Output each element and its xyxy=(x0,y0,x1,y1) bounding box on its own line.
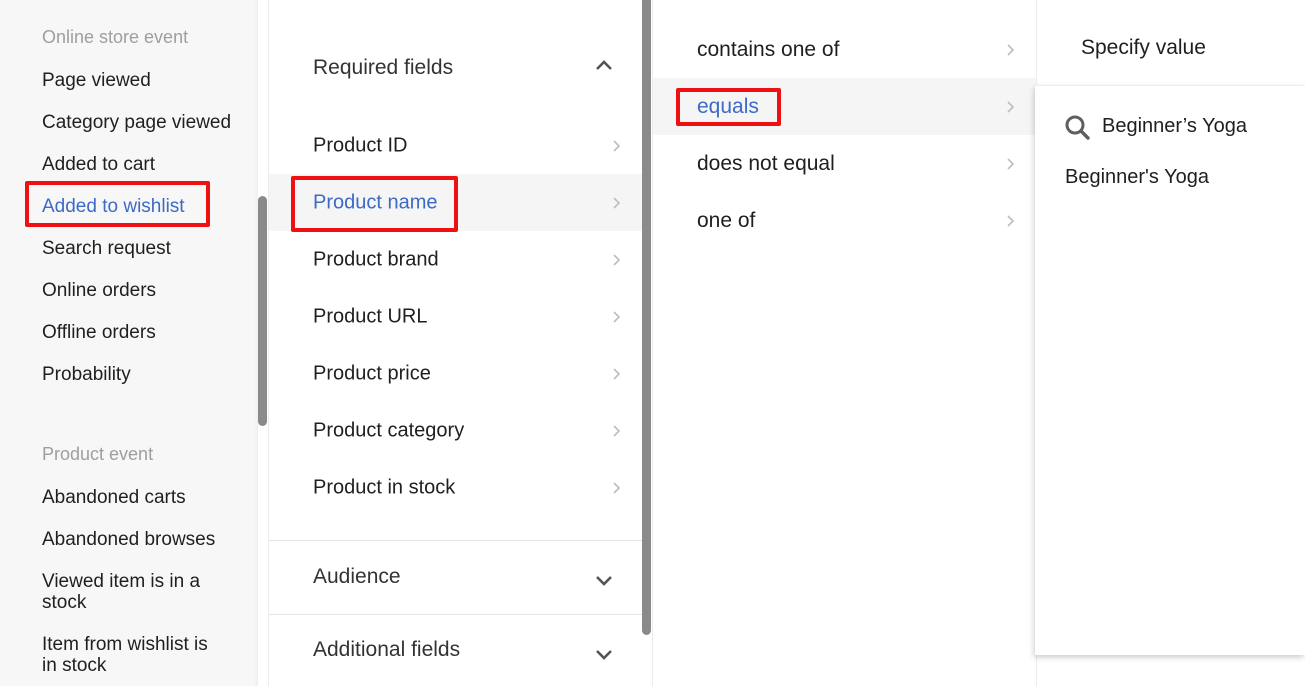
section-title: Required fields xyxy=(313,56,454,79)
chevron-right-icon xyxy=(1007,157,1015,170)
chevron-right-icon xyxy=(613,367,621,380)
chevron-right-icon xyxy=(613,481,621,494)
field-label: Product brand xyxy=(313,248,439,270)
group-header-product-event: Product event xyxy=(42,444,154,464)
sidebar-item-probability[interactable]: Probability xyxy=(42,364,232,385)
operator-label: does not equal xyxy=(697,151,835,175)
fields-scrollbar-thumb[interactable] xyxy=(642,0,651,635)
operator-equals[interactable]: equals xyxy=(653,78,1037,135)
sidebar-item-abandoned-carts[interactable]: Abandoned carts xyxy=(42,487,232,508)
chevron-right-icon xyxy=(613,139,621,152)
sidebar-item-added-to-wishlist[interactable]: Added to wishlist xyxy=(42,196,232,217)
field-row-product-id[interactable]: Product ID xyxy=(269,117,643,174)
sidebar-item-abandoned-browses[interactable]: Abandoned browses xyxy=(42,529,232,550)
section-title: Additional fields xyxy=(313,638,461,661)
field-label: Product in stock xyxy=(313,476,456,498)
sidebar-item-added-to-cart[interactable]: Added to cart xyxy=(42,154,232,175)
value-result-item[interactable]: Beginner's Yoga xyxy=(1065,166,1209,189)
chevron-right-icon xyxy=(613,253,621,266)
field-row-product-category[interactable]: Product category xyxy=(269,402,643,459)
sidebar-item-category-page-viewed[interactable]: Category page viewed xyxy=(42,112,232,133)
chevron-right-icon xyxy=(1007,214,1015,227)
chevron-up-icon[interactable] xyxy=(595,59,613,71)
value-search-row xyxy=(1035,106,1305,146)
group-header-online-store-event: Online store event xyxy=(42,27,189,47)
sidebar-scrollbar-track[interactable] xyxy=(258,0,268,686)
section-title: Audience xyxy=(313,565,401,588)
section-required-fields[interactable]: Required fields xyxy=(269,40,643,97)
operator-one-of[interactable]: one of xyxy=(653,192,1037,249)
field-label: Product name xyxy=(313,191,438,213)
sidebar-item-viewed-item-in-stock[interactable]: Viewed item is in a stock xyxy=(42,571,217,613)
chevron-right-icon xyxy=(613,310,621,323)
field-label: Product price xyxy=(313,362,431,384)
operator-label: contains one of xyxy=(697,37,840,61)
sidebar-item-offline-orders[interactable]: Offline orders xyxy=(42,322,232,343)
operator-contains-one-of[interactable]: contains one of xyxy=(653,21,1037,78)
chevron-down-icon[interactable] xyxy=(595,649,613,661)
sidebar-item-page-viewed[interactable]: Page viewed xyxy=(42,70,232,91)
field-label: Product ID xyxy=(313,134,408,156)
fields-scrollbar-track[interactable] xyxy=(642,0,652,686)
search-icon xyxy=(1065,115,1090,140)
chevron-right-icon xyxy=(1007,100,1015,113)
sidebar-scrollbar-thumb[interactable] xyxy=(258,196,267,426)
sidebar-item-wishlist-item-in-stock[interactable]: Item from wishlist is in stock xyxy=(42,634,227,676)
field-label: Product URL xyxy=(313,305,428,327)
operator-label: one of xyxy=(697,208,756,232)
field-row-product-url[interactable]: Product URL xyxy=(269,288,643,345)
event-sidebar: Online store event Page viewed Category … xyxy=(0,0,258,686)
chevron-right-icon xyxy=(613,424,621,437)
field-row-product-in-stock[interactable]: Product in stock xyxy=(269,459,643,516)
sidebar-item-online-orders[interactable]: Online orders xyxy=(42,280,232,301)
operators-panel: contains one of equals does not equal on… xyxy=(652,0,1037,686)
operator-label: equals xyxy=(697,94,759,118)
fields-panel: Required fields Product ID Product name … xyxy=(268,0,643,686)
sidebar-item-search-request[interactable]: Search request xyxy=(42,238,232,259)
field-label: Product category xyxy=(313,419,465,441)
value-panel-title: Specify value xyxy=(1081,36,1206,59)
section-audience[interactable]: Audience xyxy=(269,541,643,614)
value-search-input[interactable] xyxy=(1102,110,1297,142)
field-row-product-price[interactable]: Product price xyxy=(269,345,643,402)
operator-does-not-equal[interactable]: does not equal xyxy=(653,135,1037,192)
value-dropdown: Beginner's Yoga xyxy=(1035,85,1305,655)
field-row-product-name[interactable]: Product name xyxy=(269,174,643,231)
chevron-down-icon[interactable] xyxy=(595,575,613,587)
section-additional-fields[interactable]: Additional fields xyxy=(269,615,643,686)
chevron-right-icon xyxy=(1007,43,1015,56)
field-row-product-brand[interactable]: Product brand xyxy=(269,231,643,288)
chevron-right-icon xyxy=(613,196,621,209)
